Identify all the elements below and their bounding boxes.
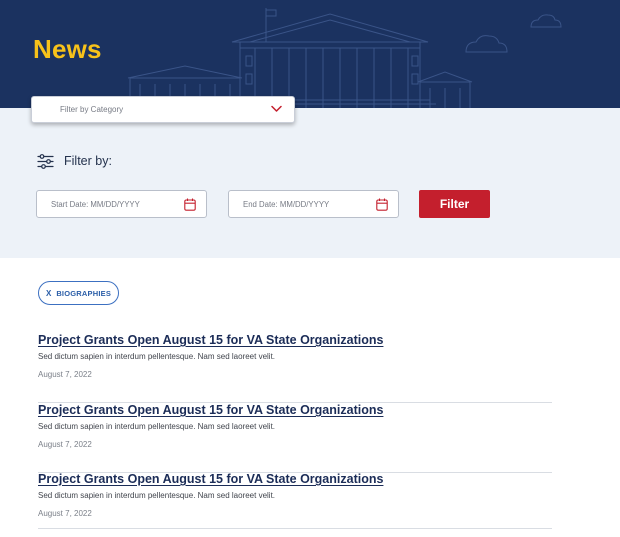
active-tag-chip[interactable]: X BIOGRAPHIES: [38, 281, 119, 305]
article-date: August 7, 2022: [38, 370, 92, 379]
page-title: News: [33, 34, 102, 64]
article-date: August 7, 2022: [38, 509, 92, 518]
article-excerpt: Sed dictum sapien in interdum pellentesq…: [38, 491, 276, 500]
remove-tag-icon[interactable]: X: [46, 289, 51, 298]
article-title-link[interactable]: Project Grants Open August 15 for VA Sta…: [38, 403, 383, 417]
article-excerpt: Sed dictum sapien in interdum pellentesq…: [38, 352, 276, 361]
list-item: Project Grants Open August 15 for VA Sta…: [38, 403, 552, 473]
news-page: News Filter by Category Filter by: Start…: [0, 0, 620, 537]
filter-by-label: Filter by:: [64, 154, 112, 168]
article-date: August 7, 2022: [38, 440, 92, 449]
calendar-icon[interactable]: [376, 198, 388, 211]
sliders-icon: [37, 153, 54, 169]
list-item: Project Grants Open August 15 for VA Sta…: [38, 333, 552, 403]
end-date-placeholder: End Date: MM/DD/YYYY: [243, 200, 330, 209]
category-filter-dropdown[interactable]: Filter by Category: [31, 96, 295, 123]
article-excerpt: Sed dictum sapien in interdum pellentesq…: [38, 422, 276, 431]
filter-by-heading: Filter by:: [37, 152, 112, 170]
filter-panel: [0, 108, 620, 258]
chevron-down-icon: [271, 105, 282, 112]
start-date-field[interactable]: Start Date: MM/DD/YYYY: [36, 190, 207, 218]
category-filter-label: Filter by Category: [60, 105, 124, 114]
start-date-placeholder: Start Date: MM/DD/YYYY: [51, 200, 140, 209]
article-title-link[interactable]: Project Grants Open August 15 for VA Sta…: [38, 472, 383, 486]
filter-button[interactable]: Filter: [419, 190, 490, 218]
calendar-icon[interactable]: [184, 198, 196, 211]
hero-banner: News: [0, 0, 620, 108]
article-title-link[interactable]: Project Grants Open August 15 for VA Sta…: [38, 333, 383, 347]
tag-label: BIOGRAPHIES: [56, 288, 112, 298]
end-date-field[interactable]: End Date: MM/DD/YYYY: [228, 190, 399, 218]
list-item: Project Grants Open August 15 for VA Sta…: [38, 472, 552, 529]
